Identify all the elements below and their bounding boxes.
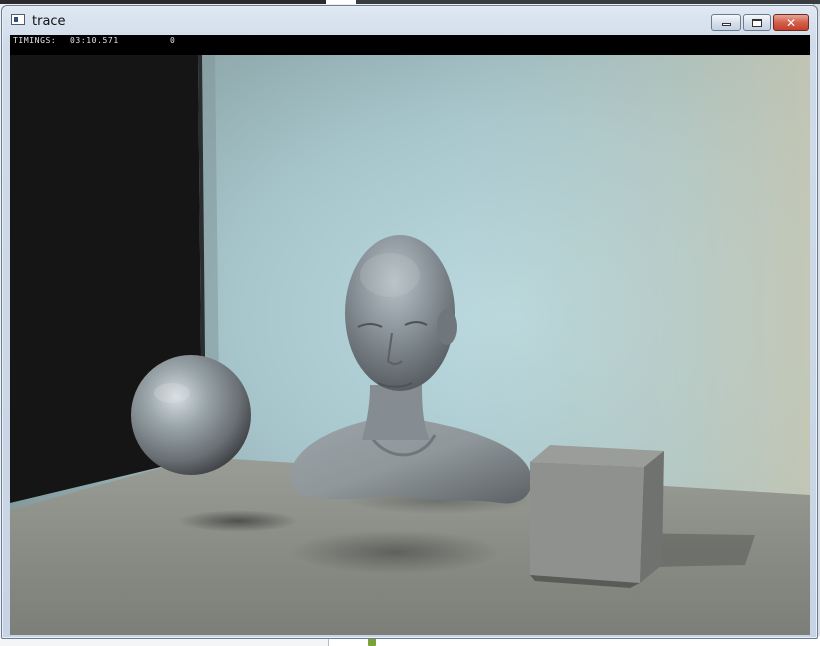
app-window-icon[interactable]	[11, 14, 25, 25]
timings-value: 03:10.571	[70, 36, 119, 45]
minimize-button[interactable]	[711, 14, 741, 31]
minimize-icon	[721, 23, 731, 26]
close-button[interactable]: ✕	[773, 14, 809, 31]
raytraced-scene	[10, 55, 810, 635]
maximize-icon	[752, 18, 762, 27]
desktop-top-strip	[0, 0, 820, 4]
timings-count: 0	[170, 36, 176, 45]
folder-icon	[368, 638, 376, 646]
title-bar[interactable]: trace ✕	[2, 6, 817, 35]
timings-bar: TIMINGS: 03:10.571 0	[10, 35, 810, 55]
close-icon: ✕	[785, 15, 797, 30]
window-title: trace	[32, 14, 66, 29]
timings-label: TIMINGS:	[13, 36, 57, 45]
trace-window: trace ✕ TIMINGS: 03:10.571 0	[1, 5, 818, 639]
render-viewport[interactable]: TIMINGS: 03:10.571 0	[10, 35, 810, 635]
maximize-button[interactable]	[743, 14, 771, 31]
